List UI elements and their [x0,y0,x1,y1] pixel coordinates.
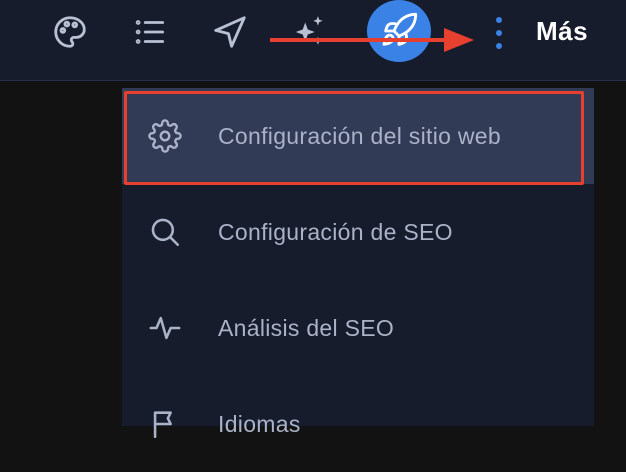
flag-icon [148,407,182,441]
annotation-highlight-box [124,91,584,185]
menu-item-label: Análisis del SEO [218,314,395,341]
more-label[interactable]: Más [536,16,588,47]
menu-item-seo-analysis[interactable]: Análisis del SEO [122,280,594,376]
annotation-arrow [270,28,474,52]
menu-item-label: Idiomas [218,410,301,437]
search-icon [148,215,182,249]
palette-icon[interactable] [48,10,92,54]
more-vertical-icon[interactable] [488,14,510,52]
menu-item-label: Configuración de SEO [218,218,453,245]
menu-item-languages[interactable]: Idiomas [122,376,594,472]
activity-icon [148,311,182,345]
background-panel [0,81,122,426]
list-icon[interactable] [128,10,172,54]
navigation-icon[interactable] [208,10,252,54]
menu-item-seo-settings[interactable]: Configuración de SEO [122,184,594,280]
